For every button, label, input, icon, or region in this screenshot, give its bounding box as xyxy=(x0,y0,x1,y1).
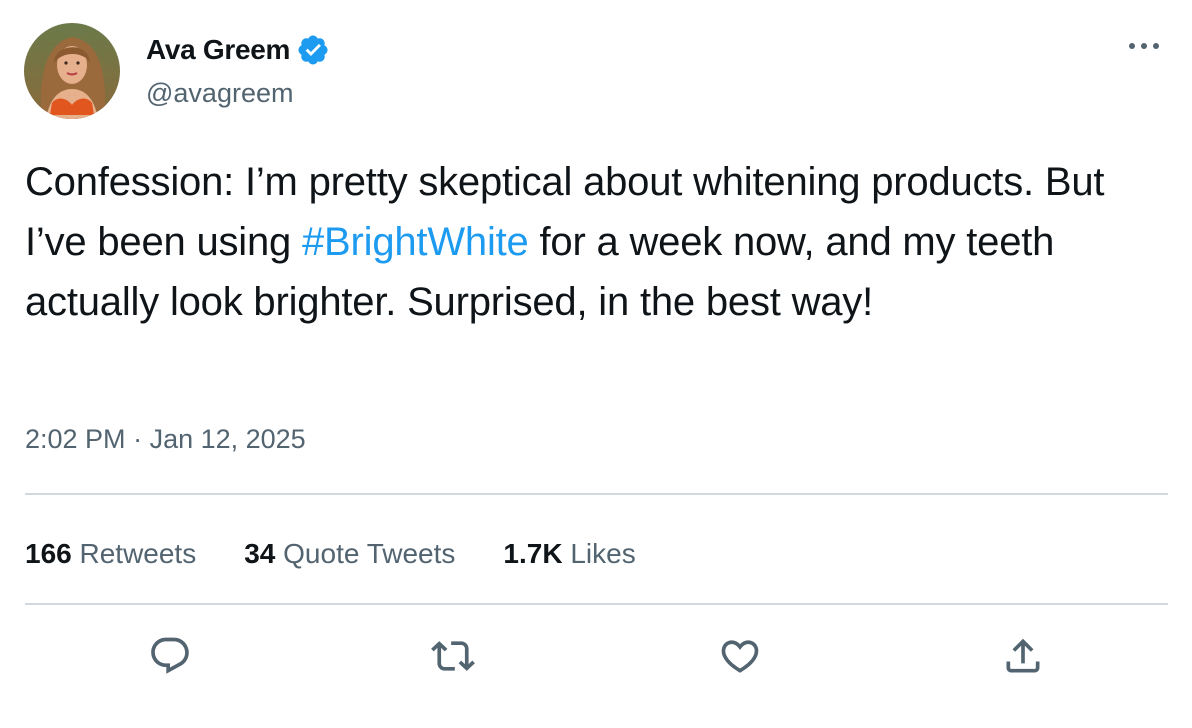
hashtag-link[interactable]: #BrightWhite xyxy=(302,220,529,264)
retweets-label: Retweets xyxy=(71,538,197,569)
divider-top xyxy=(25,493,1168,495)
reply-button[interactable] xyxy=(142,628,198,684)
retweets-count: 166 xyxy=(25,538,72,569)
quote-tweets-label: Quote Tweets xyxy=(275,538,456,569)
author-handle[interactable]: @avagreem xyxy=(146,78,293,109)
retweet-button[interactable] xyxy=(425,628,481,684)
reply-icon xyxy=(151,637,189,674)
tweet-text: Confession: I’m pretty skeptical about w… xyxy=(25,152,1165,332)
timestamp-separator: · xyxy=(125,424,150,454)
verified-badge-icon xyxy=(296,33,330,67)
heart-icon xyxy=(721,640,759,673)
tweet-date[interactable]: Jan 12, 2025 xyxy=(150,424,306,454)
avatar[interactable] xyxy=(24,23,120,119)
likes-stat[interactable]: 1.7K Likes xyxy=(503,538,635,570)
quote-tweets-stat[interactable]: 34 Quote Tweets xyxy=(244,538,455,570)
tweet-card: Ava Greem @avagreem Confession: I’m pret… xyxy=(0,0,1192,728)
author-name-row: Ava Greem xyxy=(146,30,330,70)
timestamp: 2:02 PM · Jan 12, 2025 xyxy=(25,424,306,455)
retweet-icon xyxy=(431,641,475,671)
share-icon xyxy=(1006,638,1040,673)
tweet-time[interactable]: 2:02 PM xyxy=(25,424,126,454)
likes-count: 1.7K xyxy=(503,538,563,569)
more-options-icon[interactable] xyxy=(1124,26,1164,66)
share-button[interactable] xyxy=(995,628,1051,684)
avatar-photo xyxy=(24,23,120,119)
divider-bottom xyxy=(25,603,1168,605)
engagement-stats: 166 Retweets 34 Quote Tweets 1.7K Likes xyxy=(25,534,684,574)
display-name[interactable]: Ava Greem xyxy=(146,34,290,66)
action-bar xyxy=(0,628,1192,688)
retweets-stat[interactable]: 166 Retweets xyxy=(25,538,196,570)
quote-tweets-count: 34 xyxy=(244,538,276,569)
likes-label: Likes xyxy=(562,538,636,569)
like-button[interactable] xyxy=(712,628,768,684)
